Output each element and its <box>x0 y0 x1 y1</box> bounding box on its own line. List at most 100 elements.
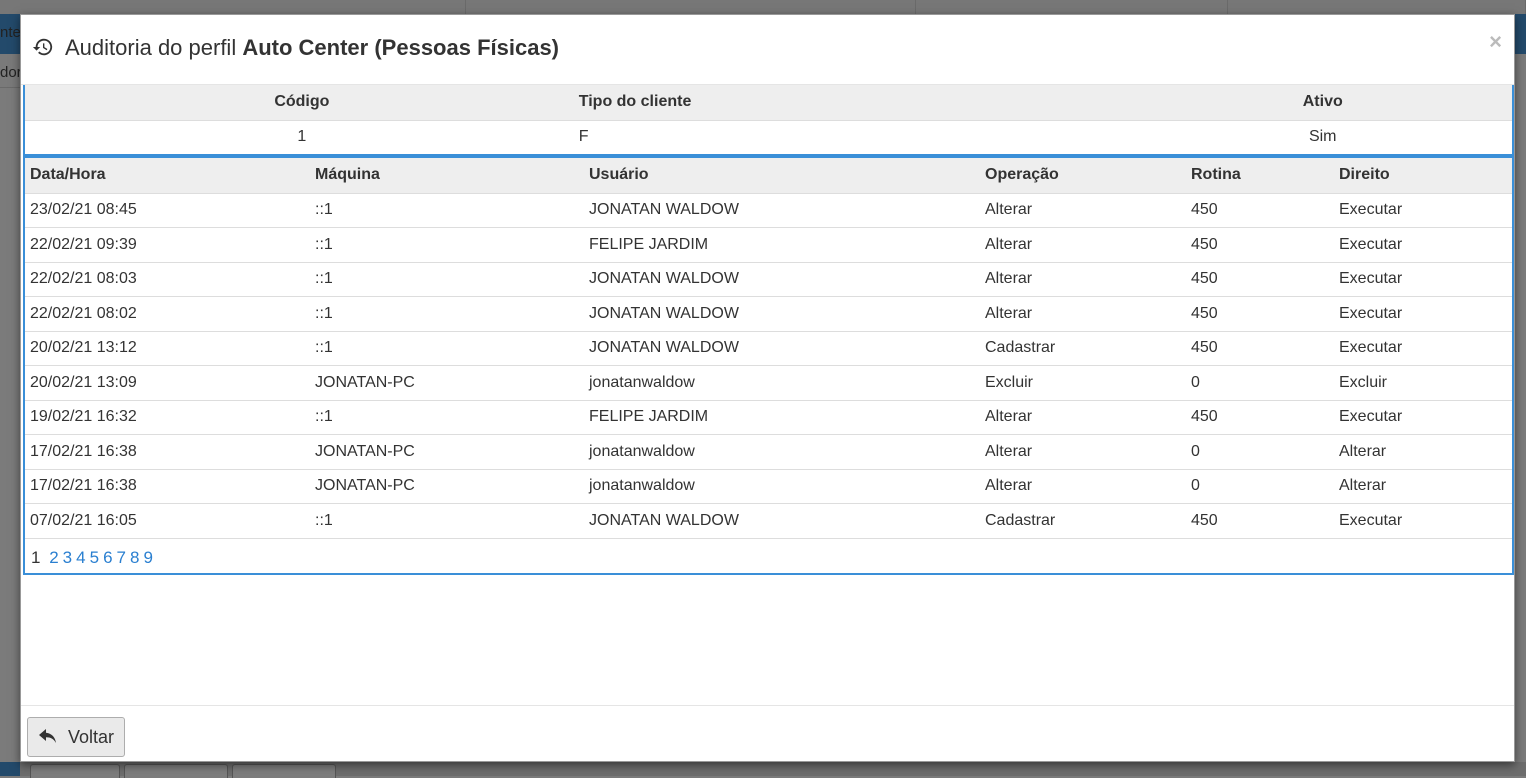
cell-direito: Alterar <box>1334 434 1512 470</box>
column-header-rotina: Rotina <box>1186 158 1334 194</box>
table-row[interactable]: 17/02/21 16:38 JONATAN-PC jonatanwaldow Alt… <box>25 434 1512 470</box>
cell-operacao: Alterar <box>980 434 1186 470</box>
table-row[interactable]: 20/02/21 13:12::1 JONATAN WALDOW Cadastrar… <box>25 331 1512 366</box>
column-header-ativo: Ativo <box>1133 85 1513 120</box>
cell-data-hora: 22/02/21 08:02 <box>25 296 310 332</box>
background-sidebar-strip: nter <box>0 14 20 54</box>
audit-log-table: Data/Hora Máquina Usuário Operação Rotin… <box>25 158 1512 539</box>
background-toolbar <box>0 762 1526 778</box>
background-sidebar-strip: dor <box>0 54 20 88</box>
cell-rotina: 450 <box>1186 262 1334 297</box>
cell-direito: Executar <box>1334 503 1512 539</box>
profile-ativo-value: Sim <box>1133 119 1513 155</box>
cell-direito: Alterar <box>1334 469 1512 504</box>
table-row[interactable]: 22/02/21 09:39::1 FELIPE JARDIM Alterar 450… <box>25 227 1512 263</box>
background-column <box>0 0 466 14</box>
pagination-current-page: 1 <box>31 547 41 567</box>
pagination-page-link[interactable]: 6 <box>103 548 112 567</box>
cell-direito: Executar <box>1334 331 1512 366</box>
cell-usuario: jonatanwaldow <box>584 469 980 504</box>
back-button[interactable]: Voltar <box>27 717 125 757</box>
cell-data-hora: 22/02/21 09:39 <box>25 227 310 263</box>
cell-rotina: 450 <box>1186 331 1334 366</box>
close-button[interactable]: × <box>1489 31 1502 53</box>
cell-operacao: Cadastrar <box>980 331 1186 366</box>
cell-usuario: JONATAN WALDOW <box>584 262 980 297</box>
cell-usuario: FELIPE JARDIM <box>584 400 980 435</box>
cell-direito: Executar <box>1334 296 1512 332</box>
cell-usuario: jonatanwaldow <box>584 434 980 470</box>
column-header-usuario: Usuário <box>584 158 980 194</box>
pagination-page-link[interactable]: 8 <box>130 548 139 567</box>
column-header-maquina: Máquina <box>310 158 584 194</box>
cell-operacao: Excluir <box>980 365 1186 401</box>
cell-usuario: JONATAN WALDOW <box>584 503 980 539</box>
cell-maquina: ::1 <box>310 193 584 228</box>
audit-modal: Auditoria do perfil Auto Center (Pessoas… <box>20 14 1515 762</box>
cell-rotina: 450 <box>1186 227 1334 263</box>
cell-direito: Excluir <box>1334 365 1512 401</box>
background-header <box>0 0 1526 14</box>
profile-values-row: 1 F Sim <box>24 119 1513 155</box>
cell-rotina: 450 <box>1186 193 1334 228</box>
background-column <box>466 0 916 14</box>
audit-rows: 23/02/21 08:45::1 JONATAN WALDOW Alterar 45… <box>25 193 1512 539</box>
cell-data-hora: 07/02/21 16:05 <box>25 503 310 539</box>
cell-maquina: ::1 <box>310 296 584 332</box>
cell-direito: Executar <box>1334 262 1512 297</box>
cell-maquina: ::1 <box>310 331 584 366</box>
cell-maquina: ::1 <box>310 262 584 297</box>
column-header-codigo: Código <box>24 85 579 120</box>
table-row[interactable]: 17/02/21 16:38 JONATAN-PC jonatanwaldow Alt… <box>25 469 1512 504</box>
cell-operacao: Alterar <box>980 227 1186 263</box>
modal-title-prefix: Auditoria do perfil <box>65 35 237 60</box>
table-row[interactable]: 20/02/21 13:09 JONATAN-PC jonatanwaldow Exc… <box>25 365 1512 401</box>
pagination-page-link[interactable]: 7 <box>117 548 126 567</box>
pagination-page-link[interactable]: 2 <box>49 548 58 567</box>
background-column <box>1228 0 1526 14</box>
table-row[interactable]: 22/02/21 08:03::1 JONATAN WALDOW Alterar 45… <box>25 262 1512 297</box>
pagination-page-link[interactable]: 5 <box>90 548 99 567</box>
reply-arrow-icon <box>39 729 56 743</box>
pagination: 1 23456789 <box>25 539 1512 573</box>
profile-codigo-value: 1 <box>24 119 579 155</box>
pagination-page-link[interactable]: 4 <box>76 548 85 567</box>
cell-data-hora: 22/02/21 08:03 <box>25 262 310 297</box>
modal-title: Auditoria do perfil Auto Center (Pessoas… <box>65 35 559 61</box>
modal-body: Código Tipo do cliente Ativo 1 F Sim Dat… <box>23 85 1514 575</box>
profile-header-row: Código Tipo do cliente Ativo <box>24 85 1513 120</box>
cell-direito: Executar <box>1334 400 1512 435</box>
table-row[interactable]: 07/02/21 16:05::1 JONATAN WALDOW Cadastrar… <box>25 503 1512 539</box>
pagination-page-link[interactable]: 9 <box>143 548 152 567</box>
cell-rotina: 0 <box>1186 434 1334 470</box>
cell-operacao: Alterar <box>980 469 1186 504</box>
cell-maquina: ::1 <box>310 227 584 263</box>
back-button-label: Voltar <box>68 726 115 747</box>
table-row[interactable]: 23/02/21 08:45::1 JONATAN WALDOW Alterar 45… <box>25 193 1512 228</box>
cell-operacao: Alterar <box>980 262 1186 297</box>
table-row[interactable]: 22/02/21 08:02::1 JONATAN WALDOW Alterar 45… <box>25 296 1512 332</box>
table-row[interactable]: 19/02/21 16:32::1 FELIPE JARDIM Alterar 450… <box>25 400 1512 435</box>
cell-operacao: Alterar <box>980 296 1186 332</box>
cell-usuario: JONATAN WALDOW <box>584 331 980 366</box>
cell-maquina: JONATAN-PC <box>310 469 584 504</box>
cell-maquina: ::1 <box>310 503 584 539</box>
cell-maquina: JONATAN-PC <box>310 434 584 470</box>
audit-log-panel: Data/Hora Máquina Usuário Operação Rotin… <box>23 156 1514 575</box>
cell-data-hora: 23/02/21 08:45 <box>25 193 310 228</box>
cell-usuario: FELIPE JARDIM <box>584 227 980 263</box>
background-strip <box>0 762 20 776</box>
cell-data-hora: 20/02/21 13:12 <box>25 331 310 366</box>
modal-footer: Voltar <box>21 705 1514 763</box>
cell-rotina: 0 <box>1186 365 1334 401</box>
modal-title-profile-name: Auto Center (Pessoas Físicas) <box>242 35 560 60</box>
profile-info-table: Código Tipo do cliente Ativo 1 F Sim <box>23 85 1514 156</box>
background-right-strip <box>1515 14 1526 54</box>
column-header-operacao: Operação <box>980 158 1186 194</box>
cell-data-hora: 20/02/21 13:09 <box>25 365 310 401</box>
cell-rotina: 450 <box>1186 400 1334 435</box>
cell-usuario: JONATAN WALDOW <box>584 296 980 332</box>
pagination-page-link[interactable]: 3 <box>63 548 72 567</box>
cell-rotina: 0 <box>1186 469 1334 504</box>
profile-tipo-cliente-value: F <box>578 119 1134 155</box>
